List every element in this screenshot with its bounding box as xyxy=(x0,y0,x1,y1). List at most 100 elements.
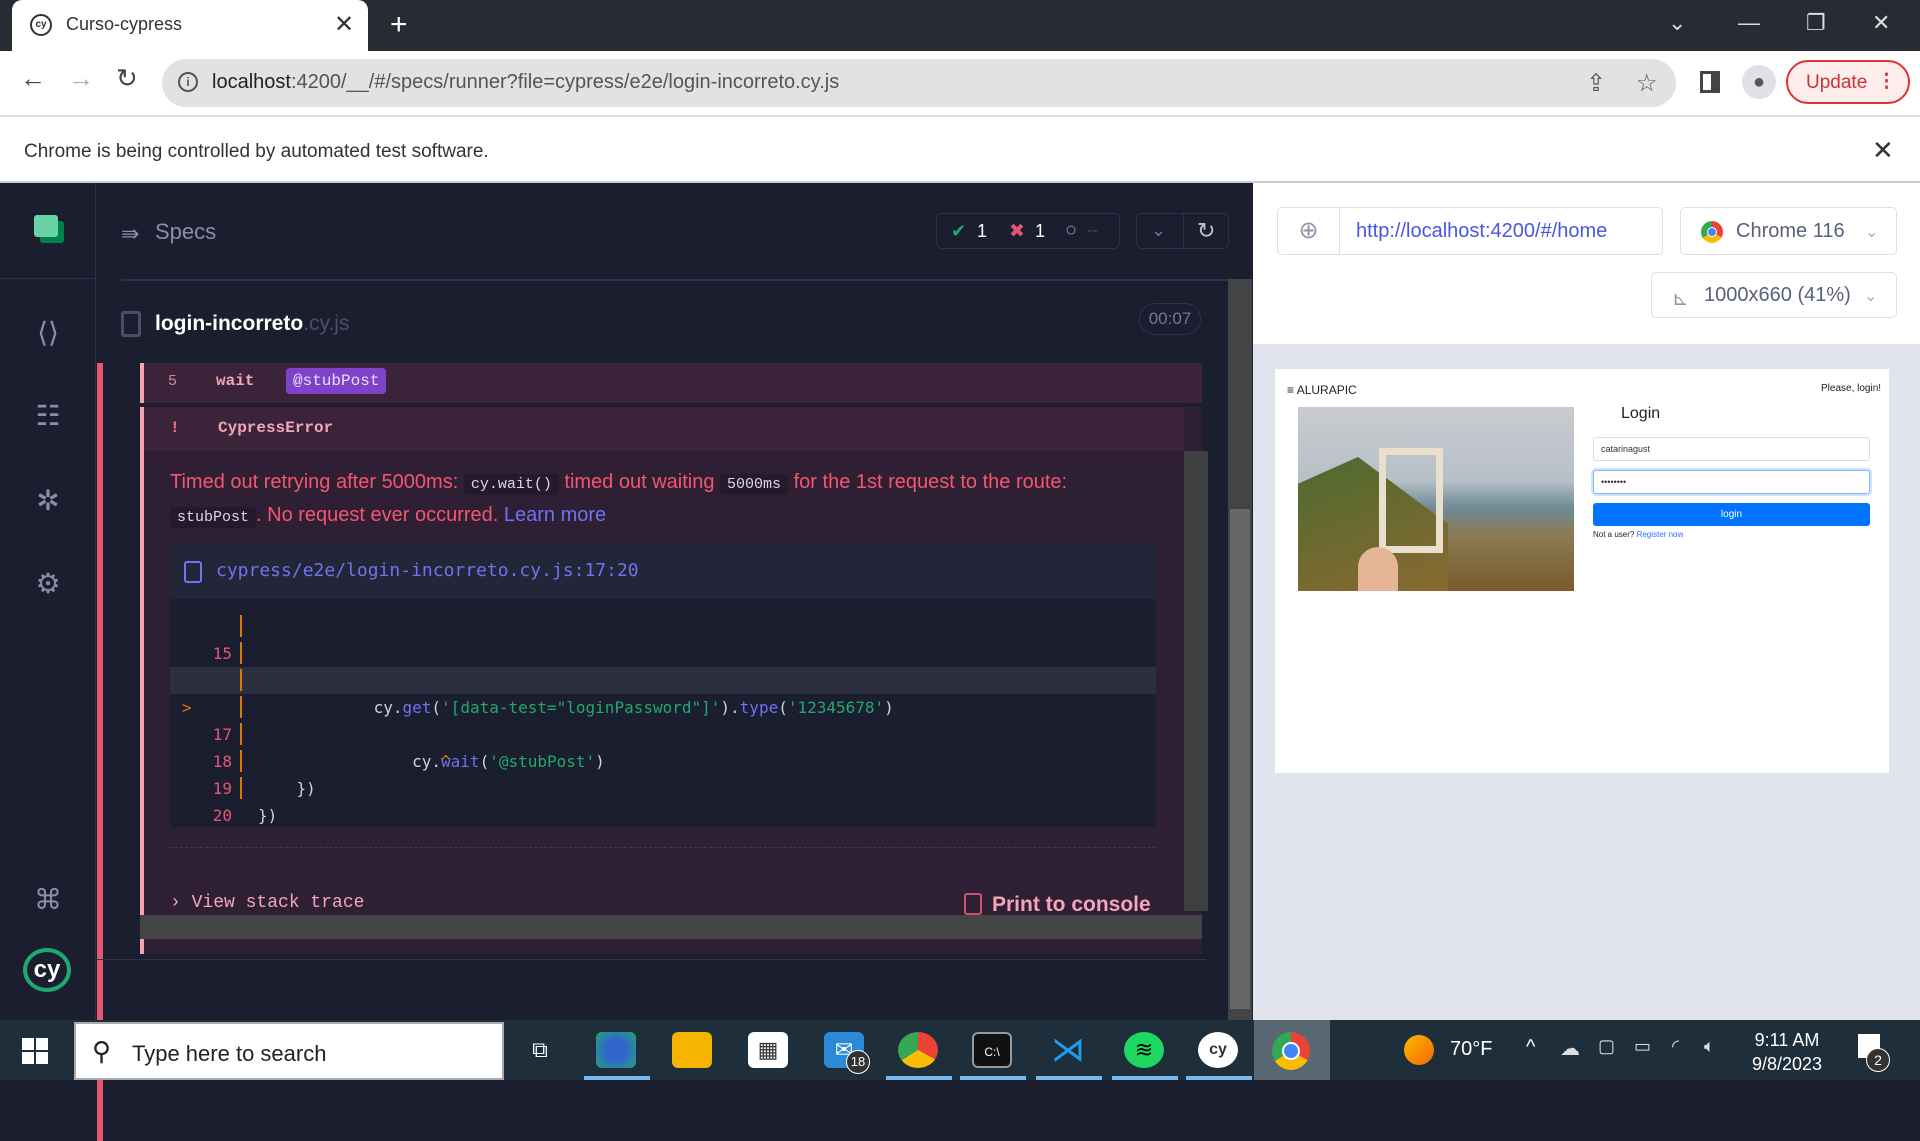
header-divider xyxy=(121,279,1231,281)
chrome-icon xyxy=(1272,1032,1310,1070)
error-vertical-scrollbar[interactable] xyxy=(1184,451,1208,911)
forward-icon[interactable]: → xyxy=(68,63,94,94)
tab-search-icon[interactable]: ⌄ xyxy=(1668,10,1686,36)
code-line: 20 xyxy=(170,775,1156,825)
login-title: Login xyxy=(1621,405,1661,422)
search-icon: ⚲ xyxy=(92,1036,112,1066)
more-menu-icon[interactable]: ⋮ xyxy=(1877,70,1896,93)
username-input[interactable]: catarinagust xyxy=(1593,437,1870,461)
aut-url: http://localhost:4200/#/home xyxy=(1356,220,1608,242)
windows-start-icon[interactable] xyxy=(22,1038,48,1064)
login-hero-image xyxy=(1298,407,1574,591)
sidebar-item-settings[interactable]: ⚙ xyxy=(30,566,66,602)
new-tab-button[interactable]: + xyxy=(390,8,408,42)
code-window-icon: ⟨⟩ xyxy=(37,317,59,348)
show-hidden-icons[interactable]: ^ xyxy=(1526,1036,1535,1059)
chrome-taskbar-active[interactable] xyxy=(1254,1020,1330,1080)
onedrive-cloud-icon[interactable]: ☁ xyxy=(1560,1036,1580,1061)
reporter-scroll-thumb[interactable] xyxy=(1230,509,1250,1009)
register-prompt: Not a user? Register now xyxy=(1593,530,1684,539)
code-frame-header[interactable]: cypress/e2e/login-incorreto.cy.js:17:20 xyxy=(170,545,1156,599)
file-explorer-icon[interactable] xyxy=(672,1032,712,1068)
cypress-app-icon[interactable]: cy xyxy=(1198,1032,1238,1068)
store-icon[interactable]: ▦ xyxy=(748,1032,788,1068)
spec-file-name[interactable]: login-incorreto.cy.js xyxy=(155,312,349,336)
chrome-profile-icon[interactable] xyxy=(898,1032,938,1068)
aut-url-bar[interactable]: ⊕ http://localhost:4200/#/home xyxy=(1277,207,1663,255)
view-stack-trace-toggle[interactable]: › View stack trace xyxy=(170,893,364,913)
reporter-scrollbar[interactable] xyxy=(1228,279,1252,1020)
chevron-right-icon: › xyxy=(170,893,192,913)
cypress-logo-icon: cy xyxy=(23,948,71,992)
terminal-icon[interactable]: C:\ xyxy=(972,1032,1012,1068)
failed-x-icon: ✖ xyxy=(1009,221,1025,242)
failed-count: 1 xyxy=(1035,221,1046,241)
sidebar-item-specs[interactable]: ⟨⟩ xyxy=(30,315,66,351)
selector-playground-icon[interactable]: ⊕ xyxy=(1278,208,1340,254)
command-log-item[interactable]: 5 wait @stubPost xyxy=(140,363,1202,403)
aut-iframe[interactable]: ≡ ALURAPIC Please, login! Login catarina… xyxy=(1275,369,1889,773)
learn-more-link[interactable]: Learn more xyxy=(504,504,606,526)
reporter-bottom-divider xyxy=(97,959,1207,960)
collapse-chevron-icon[interactable]: ⌄ xyxy=(1151,220,1166,241)
close-tab-icon[interactable]: ✕ xyxy=(334,10,354,39)
address-bar[interactable]: i localhost:4200/__/#/specs/runner?file=… xyxy=(162,59,1676,107)
print-to-console-button[interactable]: Print to console xyxy=(964,893,1151,917)
reload-icon[interactable]: ↻ xyxy=(116,63,138,94)
error-header: ! CypressError xyxy=(144,407,1184,451)
bookmark-star-icon[interactable]: ☆ xyxy=(1636,69,1658,98)
gutter-bar xyxy=(240,777,242,799)
viewport-selector[interactable]: ⊾ 1000x660 (41%) ⌄ xyxy=(1651,272,1897,318)
code-line-highlighted: > 17 cy.wait('@stubPost') xyxy=(170,667,1156,771)
gutter-bar xyxy=(240,723,242,745)
taskbar-search-box[interactable]: ⚲ Type here to search xyxy=(74,1022,504,1080)
error-horizontal-scrollbar[interactable] xyxy=(140,915,1202,939)
edge-icon[interactable] xyxy=(596,1032,636,1068)
search-placeholder: Type here to search xyxy=(132,1041,327,1066)
code-frame-path[interactable]: cypress/e2e/login-incorreto.cy.js:17:20 xyxy=(216,560,639,581)
keyboard-shortcuts-button[interactable]: ⌘ xyxy=(30,882,66,918)
sidebar-item-runs[interactable]: ☷ xyxy=(30,398,66,434)
taskbar-clock[interactable]: 9:11 AM 9/8/2023 xyxy=(1752,1028,1822,1076)
login-button[interactable]: login xyxy=(1593,503,1870,526)
browser-selector[interactable]: Chrome 116 ⌄ xyxy=(1680,207,1897,255)
weather-sun-icon[interactable] xyxy=(1404,1035,1434,1065)
hamburger-menu-icon[interactable]: ≡ xyxy=(1287,383,1297,397)
sidebar-item-debug[interactable]: ✲ xyxy=(30,483,66,519)
url-text[interactable]: localhost:4200/__/#/specs/runner?file=cy… xyxy=(212,71,839,94)
specs-list-icon[interactable]: ⇛ xyxy=(121,221,139,247)
side-panel-icon[interactable] xyxy=(1700,71,1720,93)
chrome-icon xyxy=(1701,221,1723,243)
share-icon[interactable]: ⇪ xyxy=(1586,69,1606,98)
restore-icon[interactable]: ❐ xyxy=(1806,10,1826,36)
profile-avatar-icon[interactable]: ● xyxy=(1742,65,1776,99)
project-logo[interactable] xyxy=(0,183,96,279)
spotify-icon[interactable]: ≋ xyxy=(1124,1032,1164,1068)
rerun-icon[interactable]: ↻ xyxy=(1197,218,1215,244)
error-code: cy.wait() xyxy=(463,474,559,495)
gutter-bar xyxy=(240,696,242,718)
specs-toggle[interactable]: Specs xyxy=(155,219,216,245)
vscode-icon[interactable]: ⋊ xyxy=(1048,1032,1088,1068)
password-input[interactable]: •••••••• xyxy=(1593,470,1870,494)
hand-shape xyxy=(1358,547,1398,591)
wifi-icon[interactable]: ◜ xyxy=(1672,1036,1679,1057)
meet-now-icon[interactable]: ▢ xyxy=(1598,1036,1615,1057)
battery-icon[interactable]: ▭ xyxy=(1634,1036,1651,1057)
close-window-icon[interactable]: ✕ xyxy=(1872,10,1890,36)
site-info-icon[interactable]: i xyxy=(178,72,198,92)
volume-icon[interactable]: 🔈︎ xyxy=(1704,1036,1715,1057)
weather-temp[interactable]: 70°F xyxy=(1450,1038,1492,1061)
update-button[interactable]: Update ⋮ xyxy=(1786,60,1910,104)
back-icon[interactable]: ← xyxy=(20,63,46,94)
close-infobar-icon[interactable]: ✕ xyxy=(1872,135,1894,166)
browser-tab[interactable]: cy Curso-cypress ✕ xyxy=(12,0,368,51)
error-code: 5000ms xyxy=(720,474,789,495)
app-brand[interactable]: ≡ ALURAPIC xyxy=(1287,383,1357,397)
browser-name: Chrome 116 xyxy=(1736,220,1845,242)
register-link[interactable]: Register now xyxy=(1637,530,1684,539)
clock-time: 9:11 AM xyxy=(1754,1030,1820,1050)
task-view-icon[interactable]: ⧉ xyxy=(520,1032,560,1068)
command-alias-badge[interactable]: @stubPost xyxy=(286,368,387,394)
minimize-icon[interactable]: — xyxy=(1738,10,1760,36)
